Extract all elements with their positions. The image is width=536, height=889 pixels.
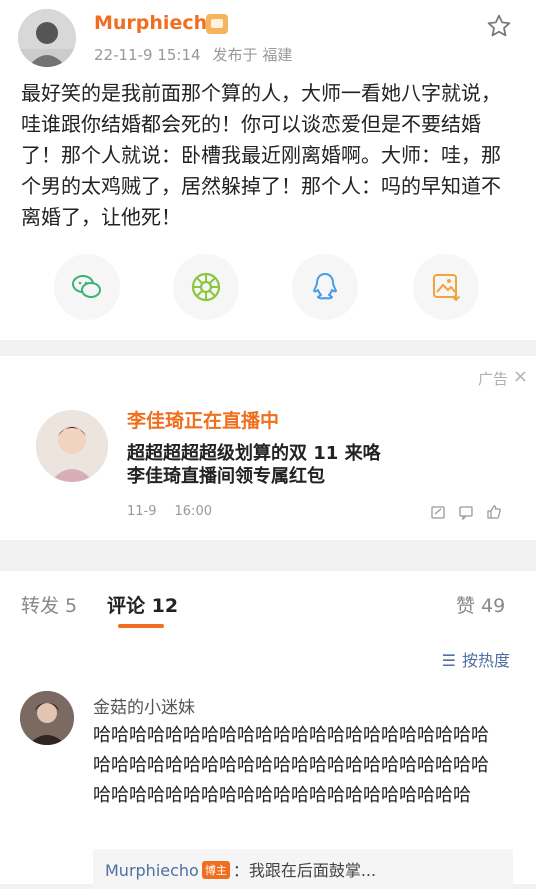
- qq-icon: [313, 273, 337, 300]
- ad-label: 广告: [477, 370, 508, 388]
- favorite-star-icon[interactable]: [486, 13, 512, 39]
- reply-preview[interactable]: Murphiecho 博主 ：我跟在后面鼓掌...: [93, 849, 513, 889]
- ad-card[interactable]: 广告 × 李佳琦正在直播中 超超超超超级划算的双 11 来咯 李佳琦直播间领专属…: [0, 356, 536, 540]
- reply-author[interactable]: Murphiecho: [105, 861, 199, 880]
- save-image-icon: [433, 274, 461, 302]
- save-image-button[interactable]: [413, 254, 479, 320]
- ad-like-icon[interactable]: [486, 504, 502, 520]
- tab-likes[interactable]: 赞 49: [456, 591, 505, 618]
- vip-badge-icon: [206, 14, 228, 34]
- ad-time: 11-9 16:00: [127, 504, 230, 519]
- ad-repost-icon[interactable]: [430, 504, 446, 520]
- comment-tabs: 转发 5 评论 12 赞 49: [0, 571, 536, 635]
- ad-avatar[interactable]: [36, 410, 108, 482]
- active-tab-indicator: [118, 624, 164, 628]
- reply-text: ：我跟在后面鼓掌...: [232, 861, 377, 880]
- post-content: 最好笑的是我前面那个算的人，大师一看她八字就说，哇谁跟你结婚都会死的！你可以谈恋…: [21, 81, 501, 229]
- comment-text: 哈哈哈哈哈哈哈哈哈哈哈哈哈哈哈哈哈哈哈哈哈哈哈哈哈哈哈哈哈哈哈哈哈哈哈哈哈哈哈哈…: [93, 725, 489, 806]
- post-source: 发布于 福建: [212, 46, 293, 64]
- author-avatar[interactable]: [18, 9, 76, 67]
- comments-section: ☰ 按热度 金菇的小迷妹 哈哈哈哈哈哈哈哈哈哈哈哈哈哈哈哈哈哈哈哈哈哈哈哈哈哈哈哈…: [0, 635, 536, 889]
- ad-title[interactable]: 李佳琦正在直播中: [127, 406, 279, 433]
- post-meta: 22-11-9 15:14 发布于 福建: [94, 44, 304, 65]
- commenter-avatar[interactable]: [20, 691, 74, 745]
- tab-comments[interactable]: 评论 12: [107, 591, 178, 618]
- sort-by-hot-button[interactable]: ☰ 按热度: [442, 647, 510, 671]
- ad-date: 11-9: [127, 504, 157, 519]
- ad-clock: 16:00: [174, 504, 212, 519]
- post-date: 22-11-9 15:14: [94, 46, 201, 64]
- wechat-icon: [72, 275, 101, 298]
- tab-repost[interactable]: 转发 5: [21, 591, 77, 618]
- author-name[interactable]: Murphiecho: [94, 12, 220, 34]
- ad-close-icon[interactable]: ×: [513, 366, 528, 387]
- share-row: [0, 254, 536, 324]
- ad-actions: [418, 504, 502, 524]
- post-card: Murphiecho 22-11-9 15:14 发布于 福建 最好笑的是我前面那…: [0, 0, 536, 340]
- share-wechat-button[interactable]: [54, 254, 120, 320]
- share-moments-button[interactable]: [173, 254, 239, 320]
- ad-comment-icon[interactable]: [458, 504, 474, 521]
- sort-label: 按热度: [461, 651, 510, 670]
- commenter-name[interactable]: 金菇的小迷妹: [93, 693, 195, 718]
- sort-icon: ☰: [441, 651, 456, 670]
- moments-icon: [191, 272, 221, 302]
- share-qq-button[interactable]: [292, 254, 358, 320]
- author-badge: 博主: [201, 861, 230, 879]
- ad-text-line-2: 李佳琦直播间领专属红包: [127, 466, 325, 487]
